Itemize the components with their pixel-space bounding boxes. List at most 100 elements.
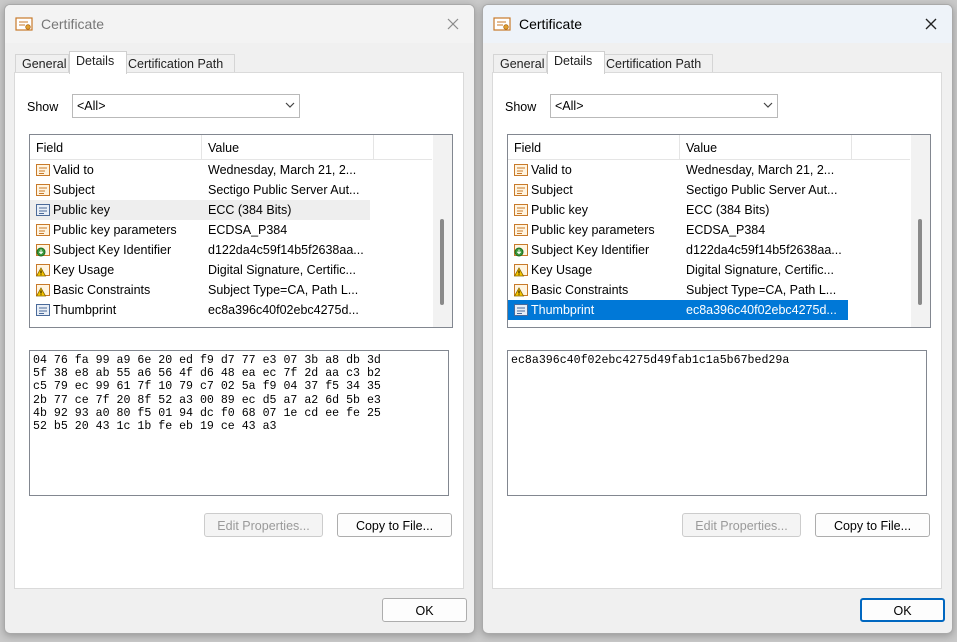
certificate-field-icon — [514, 163, 528, 177]
field-value: Digital Signature, Certific... — [208, 263, 356, 277]
list-header: Field Value — [508, 135, 910, 160]
column-header-value[interactable]: Value — [202, 135, 374, 159]
certificate-field-icon — [36, 183, 50, 197]
certificate-field-icon — [514, 223, 528, 237]
field-value: d122da4c59f14b5f2638aa... — [686, 243, 842, 257]
certificate-field-icon — [514, 203, 528, 217]
list-item[interactable]: Valid to Wednesday, March 21, 2... — [30, 160, 370, 180]
field-value: ECDSA_P384 — [686, 223, 766, 237]
field-name: Key Usage — [53, 263, 115, 277]
field-name: Subject Key Identifier — [531, 243, 650, 257]
details-panel: Show <All> Field Value Valid to Wednesday… — [14, 72, 464, 589]
field-value: d122da4c59f14b5f2638aa... — [208, 243, 364, 257]
close-button[interactable] — [916, 11, 946, 37]
field-detail-box[interactable]: 04 76 fa 99 a9 6e 20 ed f9 d7 77 e3 07 3… — [29, 350, 449, 496]
chevron-down-icon — [285, 100, 295, 110]
field-name: Valid to — [531, 163, 572, 177]
column-header-field[interactable]: Field — [30, 135, 202, 159]
list-item[interactable]: Public key parameters ECDSA_P384 — [508, 220, 848, 240]
list-item[interactable]: Thumbprint ec8a396c40f02ebc4275d... — [508, 300, 848, 320]
ok-button[interactable]: OK — [382, 598, 467, 622]
field-name: Public key — [53, 203, 110, 217]
copy-to-file-button[interactable]: Copy to File... — [337, 513, 452, 537]
list-item[interactable]: Subject Sectigo Public Server Aut... — [508, 180, 848, 200]
list-item[interactable]: Subject Key Identifier d122da4c59f14b5f26… — [508, 240, 848, 260]
extension-icon — [36, 243, 50, 257]
ok-button[interactable]: OK — [860, 598, 945, 622]
fields-list[interactable]: Field Value Valid to Wednesday, March 21,… — [507, 134, 931, 328]
tab-certification-path[interactable]: Certification Path — [121, 54, 235, 74]
tab-details[interactable]: Details — [69, 51, 127, 74]
window-title: Certificate — [519, 16, 583, 32]
field-name: Thumbprint — [53, 303, 117, 317]
column-header-field[interactable]: Field — [508, 135, 680, 159]
scrollbar-thumb[interactable] — [440, 219, 444, 305]
critical-extension-icon — [35, 263, 50, 277]
list-item[interactable]: Subject Sectigo Public Server Aut... — [30, 180, 370, 200]
show-label: Show — [27, 100, 59, 114]
tab-general[interactable]: General — [15, 54, 69, 74]
field-name: Thumbprint — [531, 303, 595, 317]
scrollbar-thumb[interactable] — [918, 219, 922, 305]
list-item[interactable]: Basic Constraints Subject Type=CA, Path L… — [508, 280, 848, 300]
public-key-icon — [514, 303, 528, 317]
certificate-icon — [493, 16, 511, 32]
chevron-down-icon — [763, 100, 773, 110]
show-dropdown[interactable]: <All> — [550, 94, 778, 118]
field-name: Basic Constraints — [53, 283, 151, 297]
close-icon — [447, 18, 459, 30]
list-item[interactable]: Public key parameters ECDSA_P384 — [30, 220, 370, 240]
list-item[interactable]: Public key ECC (384 Bits) — [30, 200, 370, 220]
field-detail-box[interactable]: ec8a396c40f02ebc4275d49fab1c1a5b67bed29a — [507, 350, 927, 496]
field-name: Basic Constraints — [531, 283, 629, 297]
title-bar: Certificate — [483, 5, 952, 43]
field-value: ECDSA_P384 — [208, 223, 288, 237]
list-item[interactable]: Valid to Wednesday, March 21, 2... — [508, 160, 848, 180]
field-name: Public key parameters — [53, 223, 177, 237]
field-name: Valid to — [53, 163, 94, 177]
public-key-icon — [36, 303, 50, 317]
field-value: ec8a396c40f02ebc4275d... — [208, 303, 359, 317]
list-item[interactable]: Key Usage Digital Signature, Certific... — [30, 260, 370, 280]
field-value: Wednesday, March 21, 2... — [208, 163, 357, 177]
field-name: Subject Key Identifier — [53, 243, 172, 257]
tab-details[interactable]: Details — [547, 51, 605, 74]
edit-properties-button[interactable]: Edit Properties... — [682, 513, 801, 537]
show-dropdown-value: <All> — [77, 99, 106, 113]
critical-extension-icon — [513, 283, 528, 297]
field-value: Subject Type=CA, Path L... — [208, 283, 359, 297]
show-dropdown-value: <All> — [555, 99, 584, 113]
list-item[interactable]: Public key ECC (384 Bits) — [508, 200, 848, 220]
close-button[interactable] — [438, 11, 468, 37]
fields-list[interactable]: Field Value Valid to Wednesday, March 21,… — [29, 134, 453, 328]
certificate-dialog-left: Certificate General Details Certificatio… — [4, 4, 475, 634]
column-header-value[interactable]: Value — [680, 135, 852, 159]
field-name: Public key — [531, 203, 588, 217]
certificate-field-icon — [36, 223, 50, 237]
list-item[interactable]: Basic Constraints Subject Type=CA, Path L… — [30, 280, 370, 300]
list-item[interactable]: Subject Key Identifier d122da4c59f14b5f26… — [30, 240, 370, 260]
field-value: ec8a396c40f02ebc4275d... — [686, 303, 837, 317]
copy-to-file-button[interactable]: Copy to File... — [815, 513, 930, 537]
field-value: Wednesday, March 21, 2... — [686, 163, 835, 177]
field-name: Subject — [531, 183, 573, 197]
tab-certification-path[interactable]: Certification Path — [599, 54, 713, 74]
list-header: Field Value — [30, 135, 432, 160]
field-value: Digital Signature, Certific... — [686, 263, 834, 277]
details-panel: Show <All> Field Value Valid to Wednesday… — [492, 72, 942, 589]
certificate-field-icon — [36, 163, 50, 177]
field-value: Subject Type=CA, Path L... — [686, 283, 837, 297]
field-name: Key Usage — [531, 263, 593, 277]
field-name: Subject — [53, 183, 95, 197]
certificate-field-icon — [514, 183, 528, 197]
critical-extension-icon — [35, 283, 50, 297]
tab-general[interactable]: General — [493, 54, 547, 74]
title-bar: Certificate — [5, 5, 474, 43]
extension-icon — [514, 243, 528, 257]
vertical-scrollbar[interactable] — [433, 135, 452, 327]
edit-properties-button[interactable]: Edit Properties... — [204, 513, 323, 537]
show-dropdown[interactable]: <All> — [72, 94, 300, 118]
list-item[interactable]: Key Usage Digital Signature, Certific... — [508, 260, 848, 280]
vertical-scrollbar[interactable] — [911, 135, 930, 327]
list-item[interactable]: Thumbprint ec8a396c40f02ebc4275d... — [30, 300, 370, 320]
